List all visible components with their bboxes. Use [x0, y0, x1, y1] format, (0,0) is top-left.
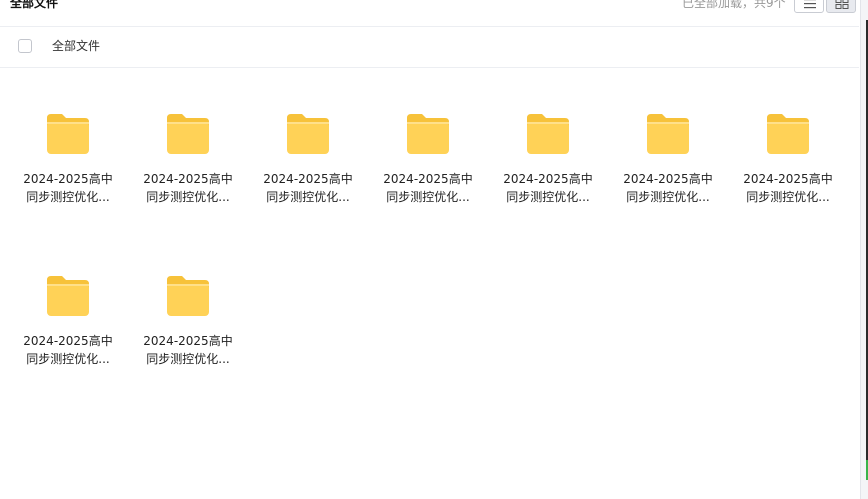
select-all-checkbox[interactable]	[18, 39, 32, 53]
folder-name-line1: 2024-2025高中	[623, 172, 713, 186]
folder-name-line1: 2024-2025高中	[263, 172, 353, 186]
folder-item[interactable]: 2024-2025高中 同步测控优化...	[608, 112, 718, 222]
folder-name-line2: 同步测控优化...	[626, 190, 710, 204]
folder-icon	[287, 114, 329, 154]
grid-view-button[interactable]	[826, 0, 856, 13]
folder-name: 2024-2025高中 同步测控优化...	[728, 170, 848, 206]
folder-name-line1: 2024-2025高中	[503, 172, 593, 186]
folder-icon	[527, 114, 569, 154]
top-bar: 全部文件 已全部加载，共9个	[0, 0, 868, 24]
folder-name-line1: 2024-2025高中	[23, 172, 113, 186]
folder-name-line1: 2024-2025高中	[143, 334, 233, 348]
folder-name: 2024-2025高中 同步测控优化...	[248, 170, 368, 206]
folder-name-line2: 同步测控优化...	[26, 190, 110, 204]
folder-item[interactable]: 2024-2025高中 同步测控优化...	[488, 112, 598, 222]
folder-name-line2: 同步测控优化...	[146, 352, 230, 366]
folder-name-line2: 同步测控优化...	[386, 190, 470, 204]
folder-name: 2024-2025高中 同步测控优化...	[488, 170, 608, 206]
folder-name-line1: 2024-2025高中	[143, 172, 233, 186]
folder-name-line2: 同步测控优化...	[146, 190, 230, 204]
list-view-button[interactable]	[794, 0, 824, 13]
folder-name: 2024-2025高中 同步测控优化...	[128, 170, 248, 206]
list-icon	[804, 0, 816, 9]
page-title: 全部文件	[10, 0, 59, 10]
folder-icon	[47, 276, 89, 316]
folder-name: 2024-2025高中 同步测控优化...	[8, 332, 128, 368]
folder-item[interactable]: 2024-2025高中 同步测控优化...	[8, 274, 118, 384]
folder-icon	[407, 114, 449, 154]
folder-item[interactable]: 2024-2025高中 同步测控优化...	[248, 112, 358, 222]
folder-item[interactable]: 2024-2025高中 同步测控优化...	[8, 112, 118, 222]
folder-name: 2024-2025高中 同步测控优化...	[128, 332, 248, 368]
load-status-text: 已全部加载，共9个	[682, 0, 786, 10]
folder-item[interactable]: 2024-2025高中 同步测控优化...	[128, 274, 238, 384]
folder-name: 2024-2025高中 同步测控优化...	[8, 170, 128, 206]
folder-icon	[47, 114, 89, 154]
folder-item[interactable]: 2024-2025高中 同步测控优化...	[128, 112, 238, 222]
folder-name-line2: 同步测控优化...	[266, 190, 350, 204]
scrollbar[interactable]	[860, 0, 868, 499]
breadcrumb-root[interactable]: 全部文件	[52, 39, 100, 53]
folder-name: 2024-2025高中 同步测控优化...	[608, 170, 728, 206]
folder-name-line1: 2024-2025高中	[23, 334, 113, 348]
folder-item[interactable]: 2024-2025高中 同步测控优化...	[728, 112, 838, 222]
folder-icon	[167, 276, 209, 316]
folder-icon	[167, 114, 209, 154]
folder-item[interactable]: 2024-2025高中 同步测控优化...	[368, 112, 478, 222]
folder-name-line1: 2024-2025高中	[383, 172, 473, 186]
folder-name: 2024-2025高中 同步测控优化...	[368, 170, 488, 206]
folder-icon	[767, 114, 809, 154]
folder-icon	[647, 114, 689, 154]
folder-name-line2: 同步测控优化...	[26, 352, 110, 366]
folder-name-line2: 同步测控优化...	[746, 190, 830, 204]
folder-name-line1: 2024-2025高中	[743, 172, 833, 186]
folder-name-line2: 同步测控优化...	[506, 190, 590, 204]
grid-icon	[835, 0, 849, 9]
breadcrumb: 全部文件	[0, 26, 859, 68]
